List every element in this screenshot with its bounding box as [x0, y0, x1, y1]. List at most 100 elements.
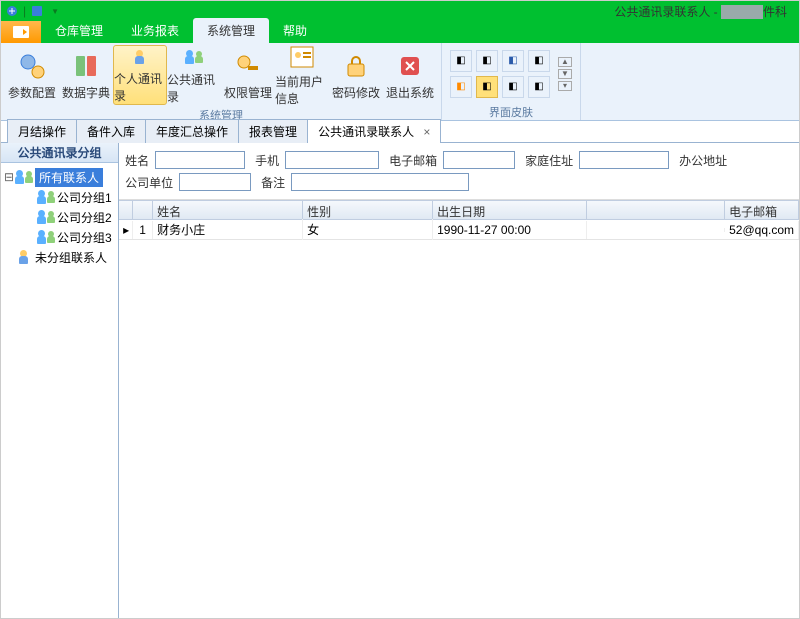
tree-toggle-icon[interactable]: ⊟ [3, 170, 15, 184]
grid-col-name[interactable]: 姓名 [153, 201, 303, 219]
grid-col-rownum[interactable] [133, 201, 153, 219]
qat-dropdown-icon[interactable]: ▼ [48, 4, 62, 18]
btn-change-password[interactable]: 密码修改 [329, 45, 383, 105]
ribbon-tab-strip: 仓库管理 业务报表 系统管理 帮助 [1, 21, 799, 43]
user-info-icon [286, 43, 318, 71]
person-card-icon [124, 46, 156, 68]
input-mobile[interactable] [285, 151, 379, 169]
grid-col-email[interactable]: 电子邮箱 [725, 201, 799, 219]
ribbon-tab-warehouse[interactable]: 仓库管理 [41, 18, 117, 43]
skin-cell-3[interactable]: ◧ [502, 50, 524, 72]
people-icon [37, 209, 55, 225]
skin-cell-2[interactable]: ◧ [476, 50, 498, 72]
input-company[interactable] [179, 173, 251, 191]
tree-node-group1[interactable]: 公司分组1 [25, 187, 116, 207]
close-icon[interactable]: × [423, 125, 430, 139]
gears-icon [16, 50, 48, 82]
btn-personal-contacts-label: 个人通讯录 [114, 70, 166, 104]
input-name[interactable] [155, 151, 245, 169]
input-email[interactable] [443, 151, 515, 169]
grid-col-phone[interactable] [587, 201, 725, 219]
doc-tab-stockin[interactable]: 备件入库 [76, 119, 146, 143]
qat-icon-2[interactable] [30, 4, 44, 18]
grid-col-selector[interactable] [119, 201, 133, 219]
btn-data-dict-label: 数据字典 [62, 84, 110, 101]
skin-cell-7[interactable]: ◧ [502, 76, 524, 98]
people-icon [15, 169, 33, 185]
tree-node-group1-label: 公司分组1 [57, 189, 112, 206]
file-menu-button[interactable] [1, 21, 41, 43]
ribbon-body: 参数配置 数据字典 个人通讯录 公共通讯录 权限管理 当前用户信息 [1, 43, 799, 121]
btn-current-user-label: 当前用户信息 [275, 73, 329, 107]
grid-col-birth[interactable]: 出生日期 [433, 201, 587, 219]
tree-root-all-contacts[interactable]: ⊟ 所有联系人 [3, 167, 116, 187]
btn-param-config[interactable]: 参数配置 [5, 45, 59, 105]
btn-change-password-label: 密码修改 [332, 84, 380, 101]
skin-gallery-scroll[interactable]: ▲ ▼ ▾ [554, 57, 576, 91]
people-icon [37, 229, 55, 245]
skin-cell-4[interactable]: ◧ [528, 50, 550, 72]
contacts-tree: ⊟ 所有联系人 公司分组1 公司分组2 公司分组3 [1, 163, 118, 271]
person-icon [15, 249, 33, 265]
skin-cell-6[interactable]: ◧ [476, 76, 498, 98]
grid-col-sex[interactable]: 性别 [303, 201, 433, 219]
book-icon [70, 50, 102, 82]
btn-personal-contacts[interactable]: 个人通讯录 [113, 45, 167, 105]
ribbon-group-system: 参数配置 数据字典 个人通讯录 公共通讯录 权限管理 当前用户信息 [1, 43, 442, 120]
doc-tab-report[interactable]: 报表管理 [238, 119, 308, 143]
skin-scroll-up-icon[interactable]: ▲ [558, 57, 572, 67]
label-name: 姓名 [125, 152, 155, 169]
sidebar-header: 公共通讯录分组 [1, 143, 118, 163]
input-remark[interactable] [291, 173, 469, 191]
skin-cell-8[interactable]: ◧ [528, 76, 550, 98]
btn-param-config-label: 参数配置 [8, 84, 56, 101]
cell-email: 52@qq.com [725, 221, 799, 239]
sidebar: 公共通讯录分组 ⊟ 所有联系人 公司分组1 公司分组2 [1, 143, 119, 618]
exit-icon [394, 50, 426, 82]
main-area: 公共通讯录分组 ⊟ 所有联系人 公司分组1 公司分组2 [1, 143, 799, 618]
label-company: 公司单位 [125, 174, 179, 191]
skin-cell-5[interactable]: ◧ [450, 76, 472, 98]
window-title: 公共通讯录联系人 - xxxxxxx件科 [614, 3, 787, 20]
cell-name: 财务小庄 [153, 219, 303, 240]
btn-current-user[interactable]: 当前用户信息 [275, 45, 329, 105]
lock-key-icon [340, 50, 372, 82]
cell-birth: 1990-11-27 00:00 [433, 221, 587, 239]
btn-data-dict[interactable]: 数据字典 [59, 45, 113, 105]
tree-root-label: 所有联系人 [35, 168, 103, 187]
contacts-grid: 姓名 性别 出生日期 电子邮箱 ▸ 1 财务小庄 女 1990-11-27 00… [119, 200, 799, 618]
key-icon [232, 50, 264, 82]
btn-public-contacts[interactable]: 公共通讯录 [167, 45, 221, 105]
qat-separator: | [23, 4, 26, 18]
ribbon-tab-help[interactable]: 帮助 [269, 18, 321, 43]
tree-node-group3-label: 公司分组3 [57, 229, 112, 246]
input-home-addr[interactable] [579, 151, 669, 169]
ribbon-tab-report[interactable]: 业务报表 [117, 18, 193, 43]
btn-exit[interactable]: 退出系统 [383, 45, 437, 105]
doc-tab-contacts[interactable]: 公共通讯录联系人 × [307, 119, 441, 143]
table-row[interactable]: ▸ 1 财务小庄 女 1990-11-27 00:00 52@qq.com [119, 220, 799, 240]
tree-node-group2[interactable]: 公司分组2 [25, 207, 116, 227]
label-office-addr: 办公地址 [669, 152, 733, 169]
label-remark: 备注 [251, 174, 291, 191]
skin-scroll-down-icon[interactable]: ▼ [558, 69, 572, 79]
btn-permission-label: 权限管理 [224, 84, 272, 101]
row-indicator-icon: ▸ [119, 221, 133, 239]
btn-permission[interactable]: 权限管理 [221, 45, 275, 105]
label-email: 电子邮箱 [379, 152, 443, 169]
skin-dropdown-icon[interactable]: ▾ [558, 81, 572, 91]
skin-gallery[interactable]: ◧ ◧ ◧ ◧ ◧ ◧ ◧ ◧ [446, 46, 554, 102]
tree-node-ungrouped[interactable]: 未分组联系人 [3, 247, 116, 267]
label-mobile: 手机 [245, 152, 285, 169]
tree-node-group2-label: 公司分组2 [57, 209, 112, 226]
btn-public-contacts-label: 公共通讯录 [167, 71, 221, 105]
doc-tab-annual[interactable]: 年度汇总操作 [145, 119, 239, 143]
cell-phone [587, 228, 725, 232]
doc-tab-month[interactable]: 月结操作 [7, 119, 77, 143]
skin-cell-1[interactable]: ◧ [450, 50, 472, 72]
tree-node-group3[interactable]: 公司分组3 [25, 227, 116, 247]
cell-sex: 女 [303, 219, 433, 240]
qat-icon-1[interactable] [5, 4, 19, 18]
ribbon-tab-system[interactable]: 系统管理 [193, 18, 269, 43]
quick-access-toolbar: | ▼ [5, 4, 62, 18]
